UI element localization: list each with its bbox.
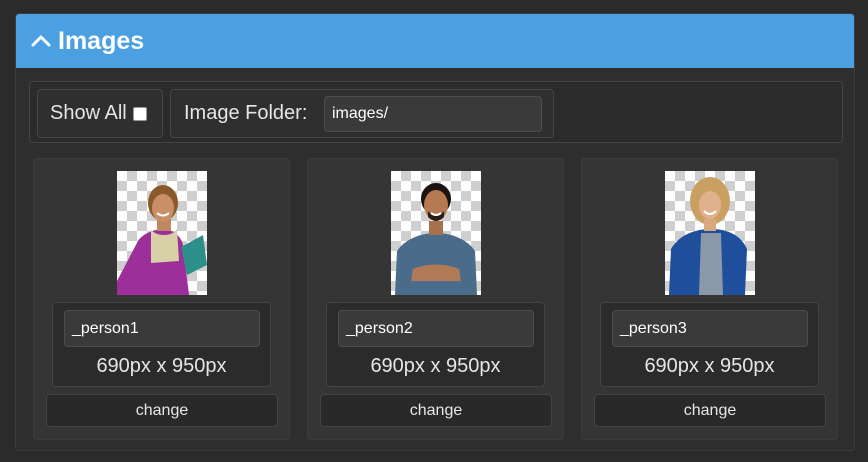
show-all-checkbox[interactable] bbox=[132, 106, 147, 121]
image-card: _person2 690px x 950px change bbox=[307, 158, 564, 440]
toolbar: Show All Image Folder: images/ bbox=[29, 81, 843, 143]
person-image bbox=[669, 177, 747, 295]
show-all-group: Show All bbox=[37, 89, 163, 138]
image-info: _person3 690px x 950px bbox=[600, 302, 819, 387]
panel-title: Images bbox=[58, 26, 145, 55]
image-name-input[interactable]: _person3 bbox=[612, 310, 808, 347]
show-all-label: Show All bbox=[50, 102, 127, 124]
image-thumbnail bbox=[117, 171, 207, 295]
image-card: _person3 690px x 950px change bbox=[581, 158, 838, 440]
image-info: _person1 690px x 950px bbox=[52, 302, 271, 387]
image-dimensions: 690px x 950px bbox=[370, 355, 501, 377]
change-button[interactable]: change bbox=[320, 394, 552, 427]
image-dimensions: 690px x 950px bbox=[644, 355, 775, 377]
image-card: _person1 690px x 950px change bbox=[33, 158, 290, 440]
image-thumbnail bbox=[391, 171, 481, 295]
image-folder-group: Image Folder: images/ bbox=[170, 89, 554, 138]
image-thumbnail bbox=[665, 171, 755, 295]
image-name-input[interactable]: _person2 bbox=[338, 310, 534, 347]
images-panel: Images Show All Image Folder: images/ _p bbox=[15, 13, 855, 451]
change-button[interactable]: change bbox=[46, 394, 278, 427]
panel-header[interactable]: Images bbox=[16, 14, 854, 68]
image-name-input[interactable]: _person1 bbox=[64, 310, 260, 347]
person-image bbox=[395, 183, 477, 295]
person-image bbox=[117, 185, 207, 295]
change-button[interactable]: change bbox=[594, 394, 826, 427]
image-folder-label: Image Folder: bbox=[184, 102, 308, 124]
chevron-up-icon[interactable] bbox=[30, 30, 52, 52]
image-info: _person2 690px x 950px bbox=[326, 302, 545, 387]
image-dimensions: 690px x 950px bbox=[96, 355, 227, 377]
image-folder-input[interactable]: images/ bbox=[324, 96, 542, 132]
